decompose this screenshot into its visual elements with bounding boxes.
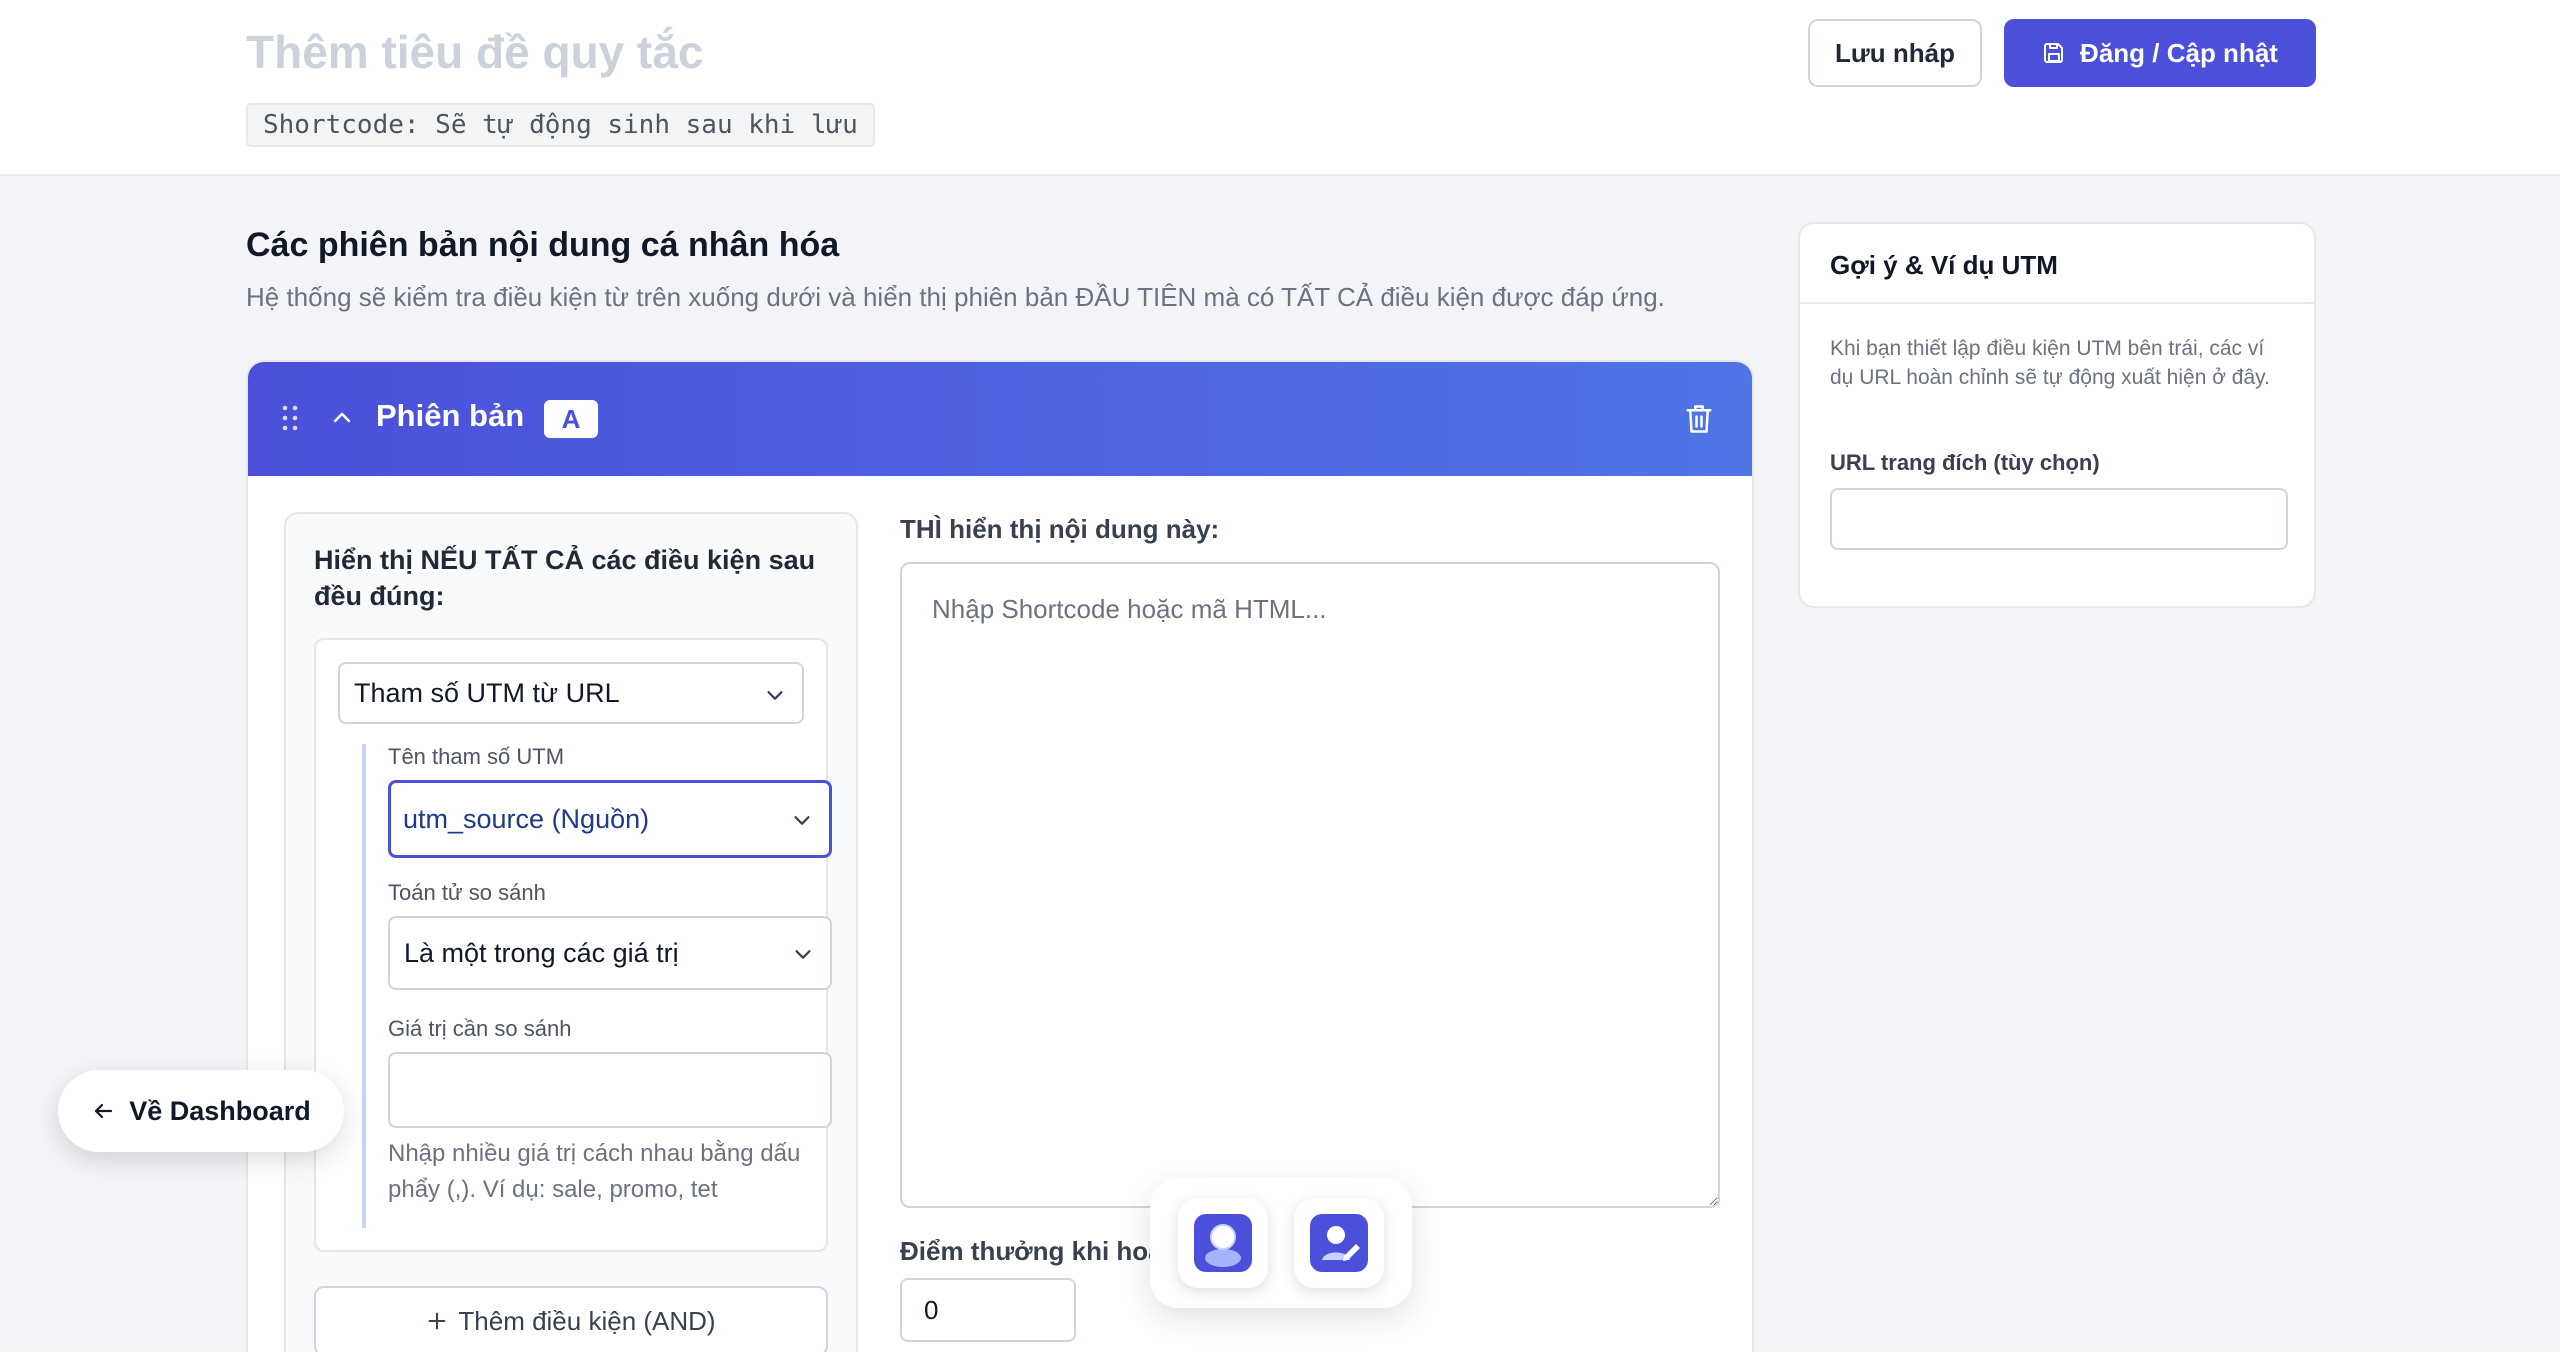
shortcode-display: Shortcode: Sẽ tự động sinh sau khi lưu	[246, 103, 875, 147]
content-textarea[interactable]	[900, 562, 1720, 1208]
utm-hints-card: Gợi ý & Ví dụ UTM Khi bạn thiết lập điều…	[1798, 222, 2316, 608]
reward-points-input[interactable]	[900, 1278, 1076, 1342]
save-draft-button[interactable]: Lưu nháp	[1808, 19, 1982, 87]
compare-value-input[interactable]	[388, 1052, 832, 1128]
conditions-title: Hiển thị NẾU TẤT CẢ các điều kiện sau đề…	[314, 545, 816, 611]
content-label: THÌ hiển thị nội dung này:	[900, 514, 1220, 544]
top-bar: Shortcode: Sẽ tự động sinh sau khi lưu L…	[0, 0, 2560, 176]
section-description: Hệ thống sẽ kiểm tra điều kiện từ trên x…	[246, 282, 1665, 312]
section-title: Các phiên bản nội dung cá nhân hóa	[246, 226, 840, 264]
user-chat-icon	[1194, 1214, 1252, 1272]
version-label: Phiên bản	[376, 398, 525, 433]
compare-value-label: Giá trị cần so sánh	[388, 1016, 572, 1041]
operator-value: Là một trong các giá trị	[404, 938, 679, 968]
utm-hints-title: Gợi ý & Ví dụ UTM	[1830, 250, 2058, 280]
add-condition-button[interactable]: Thêm điều kiện (AND)	[314, 1286, 828, 1352]
operator-label: Toán tử so sánh	[388, 880, 546, 905]
plus-icon	[429, 1312, 446, 1330]
conditions-panel: Hiển thị NẾU TẤT CẢ các điều kiện sau đề…	[284, 512, 858, 1352]
back-to-dashboard-button[interactable]: Về Dashboard	[58, 1070, 344, 1152]
arrow-left-icon	[95, 1103, 113, 1119]
trash-icon[interactable]	[1684, 402, 1714, 436]
utm-hints-description: Khi bạn thiết lập điều kiện UTM bên trái…	[1830, 337, 2270, 389]
utm-sub-group: Tên tham số UTM utm_source (Nguồn) Toán …	[362, 744, 832, 1228]
publish-button[interactable]: Đăng / Cập nhật	[2004, 19, 2316, 87]
utm-param-select[interactable]: utm_source (Nguồn)	[388, 780, 832, 858]
utm-hints-header: Gợi ý & Ví dụ UTM	[1800, 224, 2314, 304]
version-header: Phiên bản A	[248, 362, 1752, 476]
save-icon	[2044, 43, 2064, 63]
compare-value-hint: Nhập nhiều giá trị cách nhau bằng dấu ph…	[388, 1140, 801, 1203]
back-to-dashboard-label: Về Dashboard	[129, 1095, 311, 1126]
drag-handle-icon[interactable]	[282, 404, 298, 432]
chevron-down-icon	[794, 816, 810, 825]
floating-widget-bar	[1150, 1178, 1412, 1308]
operator-select[interactable]: Là một trong các giá trị	[388, 916, 832, 990]
add-condition-label: Thêm điều kiện (AND)	[458, 1305, 716, 1336]
version-badge: A	[544, 400, 598, 438]
utm-param-label: Tên tham số UTM	[388, 744, 565, 769]
chevron-down-icon	[767, 691, 783, 700]
version-card: Phiên bản A Hiển thị NẾU TẤT CẢ các điều…	[246, 360, 1754, 1352]
rule-title-input[interactable]	[246, 22, 1346, 82]
chevron-down-icon	[795, 950, 811, 959]
floating-widget-button-2[interactable]	[1294, 1198, 1384, 1288]
user-edit-icon	[1310, 1214, 1368, 1272]
publish-button-label: Đăng / Cập nhật	[2080, 37, 2278, 68]
condition-type-select[interactable]: Tham số UTM từ URL	[338, 662, 804, 724]
chevron-up-icon[interactable]	[330, 406, 354, 430]
floating-widget-button-1[interactable]	[1178, 1198, 1268, 1288]
condition-type-value: Tham số UTM từ URL	[354, 678, 620, 708]
utm-param-value: utm_source (Nguồn)	[403, 804, 650, 834]
landing-url-label: URL trang đích (tùy chọn)	[1830, 450, 2100, 475]
condition-box: Tham số UTM từ URL Tên tham số UTM utm_s…	[314, 638, 832, 1252]
reward-points-label: Điểm thưởng khi hoà	[900, 1236, 1163, 1266]
landing-url-input[interactable]	[1830, 488, 2288, 550]
